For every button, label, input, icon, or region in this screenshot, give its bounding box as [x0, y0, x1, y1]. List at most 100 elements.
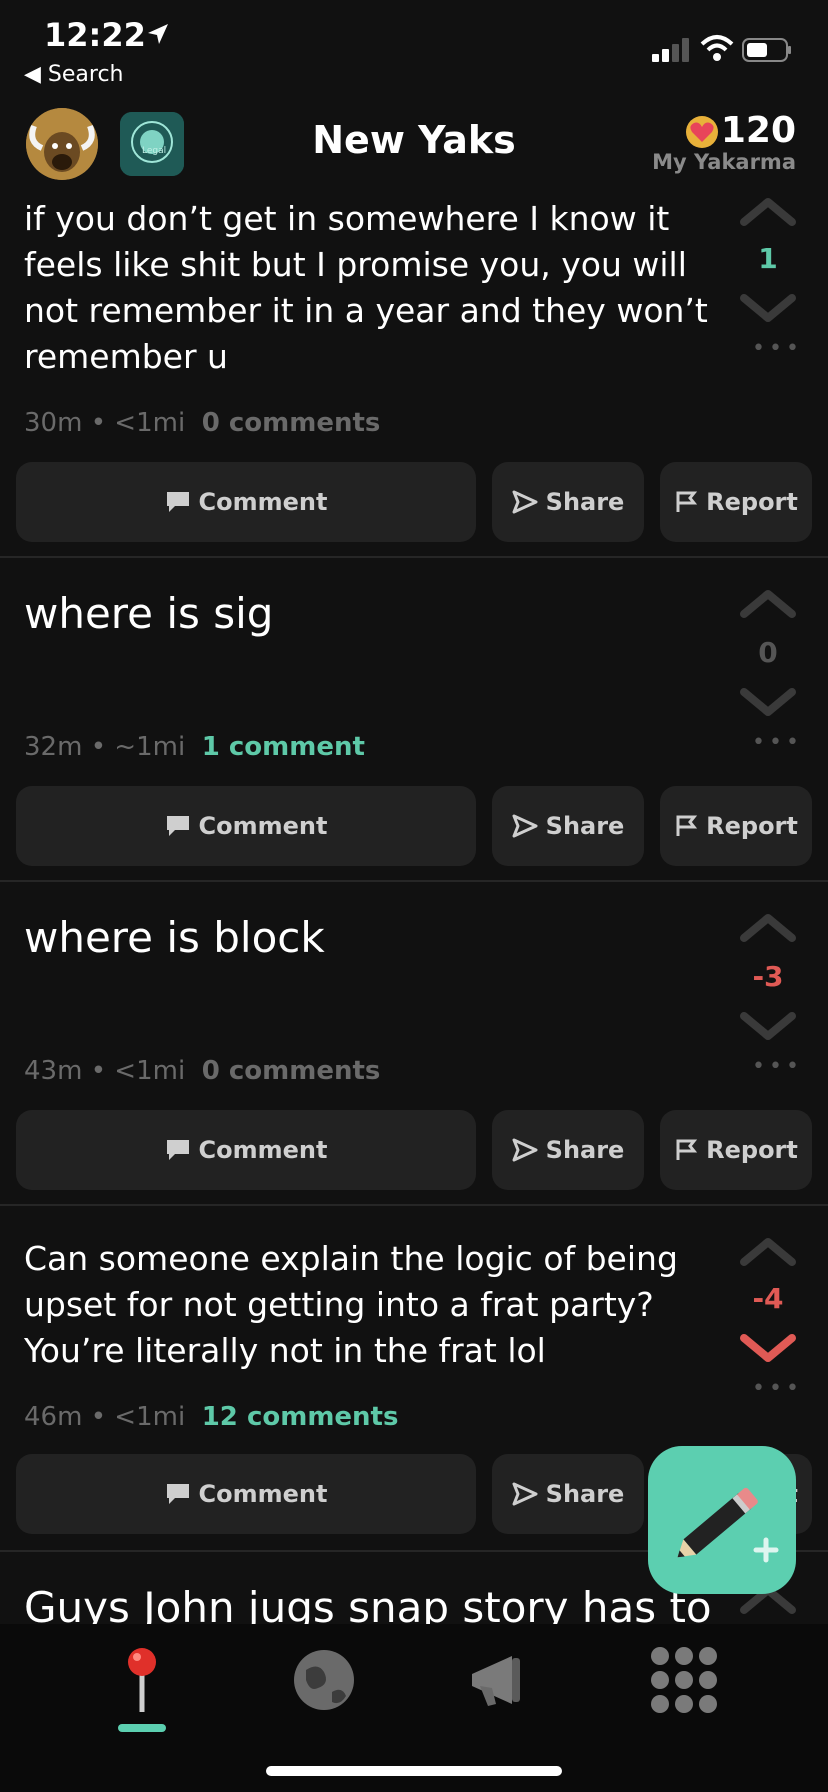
share-button[interactable]: Share — [492, 786, 644, 866]
share-button-label: Share — [545, 488, 625, 516]
post-distance: ~1mi — [114, 732, 186, 762]
post-card[interactable]: where is block 43m • <1mi 0 comments -3 … — [0, 910, 828, 1204]
share-button-label: Share — [545, 812, 625, 840]
vote-score: 0 — [758, 636, 778, 669]
vote-control: -4 ••• — [732, 1236, 804, 1406]
vote-score: -3 — [752, 960, 784, 993]
comment-icon — [166, 816, 189, 836]
map-pin-icon — [128, 1648, 156, 1712]
upvote-icon[interactable] — [738, 912, 798, 942]
comment-button[interactable]: Comment — [16, 786, 476, 866]
flag-icon — [676, 1139, 698, 1160]
post-age: 32m — [24, 732, 83, 762]
upvote-icon[interactable] — [738, 588, 798, 618]
comment-button-label: Comment — [198, 812, 328, 840]
post-meta: 43m • <1mi 0 comments — [24, 1056, 380, 1086]
report-button-label: Report — [706, 1136, 798, 1164]
vote-control: 0 ••• — [732, 586, 804, 756]
meta-separator: • — [90, 408, 107, 438]
post-age: 43m — [24, 1056, 83, 1086]
share-icon — [512, 490, 538, 514]
globe-icon — [294, 1650, 354, 1710]
share-button-label: Share — [545, 1480, 625, 1508]
comment-count[interactable]: 0 comments — [202, 1056, 381, 1086]
report-button[interactable]: Report — [660, 1110, 812, 1190]
status-time: 12:22 — [44, 16, 146, 54]
downvote-icon[interactable] — [738, 688, 798, 718]
comment-icon — [166, 1140, 189, 1160]
comment-icon — [166, 492, 189, 512]
vote-control: -3 ••• — [732, 910, 804, 1080]
share-icon — [512, 814, 538, 838]
post-text: Guys John jugs snap story has to — [24, 1583, 712, 1624]
divider — [0, 880, 828, 882]
comment-button-label: Comment — [198, 1136, 328, 1164]
more-options-icon[interactable]: ••• — [752, 1376, 799, 1401]
location-arrow-icon — [148, 24, 168, 44]
downvote-icon-active[interactable] — [738, 1334, 798, 1364]
divider — [0, 1204, 828, 1206]
flag-icon — [676, 491, 698, 512]
post-meta: 32m • ~1mi 1 comment — [24, 732, 365, 762]
vote-control: 1 ••• — [732, 196, 804, 366]
yakarma-label: My Yakarma — [652, 150, 796, 174]
share-button[interactable]: Share — [492, 1454, 644, 1534]
upvote-icon[interactable] — [738, 1236, 798, 1266]
comment-button[interactable]: Comment — [16, 1110, 476, 1190]
flag-icon — [676, 815, 698, 836]
meta-separator: • — [90, 1056, 107, 1086]
share-icon — [512, 1138, 538, 1162]
battery-icon — [742, 38, 791, 62]
comment-button-label: Comment — [198, 1480, 328, 1508]
report-button-label: Report — [706, 812, 798, 840]
meta-separator: • — [90, 732, 107, 762]
vote-score: -4 — [752, 1282, 784, 1315]
nav-megaphone[interactable] — [462, 1640, 542, 1720]
yakarma-value[interactable]: 120 — [721, 110, 796, 151]
wifi-icon — [700, 35, 734, 61]
post-meta: 46m • <1mi 12 comments — [24, 1402, 398, 1432]
nav-globe[interactable] — [284, 1640, 364, 1720]
comment-button[interactable]: Comment — [16, 1454, 476, 1534]
post-age: 30m — [24, 408, 83, 438]
report-button-label: Report — [706, 488, 798, 516]
post-text: if you don’t get in somewhere I know it … — [24, 199, 708, 376]
megaphone-icon — [472, 1656, 520, 1706]
comment-count[interactable]: 12 comments — [202, 1402, 399, 1432]
comment-button[interactable]: Comment — [16, 462, 476, 542]
comment-count[interactable]: 1 comment — [202, 732, 365, 762]
share-button-label: Share — [545, 1136, 625, 1164]
nav-map-pin[interactable] — [102, 1640, 182, 1720]
share-button[interactable]: Share — [492, 462, 644, 542]
report-button[interactable]: Report — [660, 462, 812, 542]
post-distance: <1mi — [114, 1056, 186, 1086]
back-to-search[interactable]: ◀ Search — [24, 62, 124, 87]
pencil-plus-icon — [677, 1487, 779, 1563]
post-meta: 30m • <1mi 0 comments — [24, 408, 380, 438]
post-text: Can someone explain the logic of being u… — [24, 1239, 678, 1370]
post-text: where is block — [24, 913, 325, 962]
comment-count[interactable]: 0 comments — [202, 408, 381, 438]
more-options-icon[interactable]: ••• — [752, 336, 799, 361]
upvote-icon[interactable] — [738, 196, 798, 226]
downvote-icon[interactable] — [738, 294, 798, 324]
nav-grid[interactable] — [644, 1640, 724, 1720]
share-button[interactable]: Share — [492, 1110, 644, 1190]
post-card[interactable]: if you don’t get in somewhere I know it … — [0, 196, 828, 556]
new-post-button[interactable] — [648, 1446, 796, 1594]
signal-icon — [652, 38, 689, 62]
downvote-icon[interactable] — [738, 1012, 798, 1042]
comment-button-label: Comment — [198, 488, 328, 516]
more-options-icon[interactable]: ••• — [752, 730, 799, 755]
divider — [0, 556, 828, 558]
share-icon — [512, 1482, 538, 1506]
post-age: 46m — [24, 1402, 83, 1432]
post-card[interactable]: where is sig 32m • ~1mi 1 comment 0 ••• … — [0, 586, 828, 880]
post-distance: <1mi — [114, 1402, 186, 1432]
more-options-icon[interactable]: ••• — [752, 1054, 799, 1079]
post-distance: <1mi — [114, 408, 186, 438]
home-indicator — [266, 1766, 562, 1776]
report-button[interactable]: Report — [660, 786, 812, 866]
vote-score: 1 — [758, 242, 778, 275]
grid-icon — [651, 1647, 717, 1713]
